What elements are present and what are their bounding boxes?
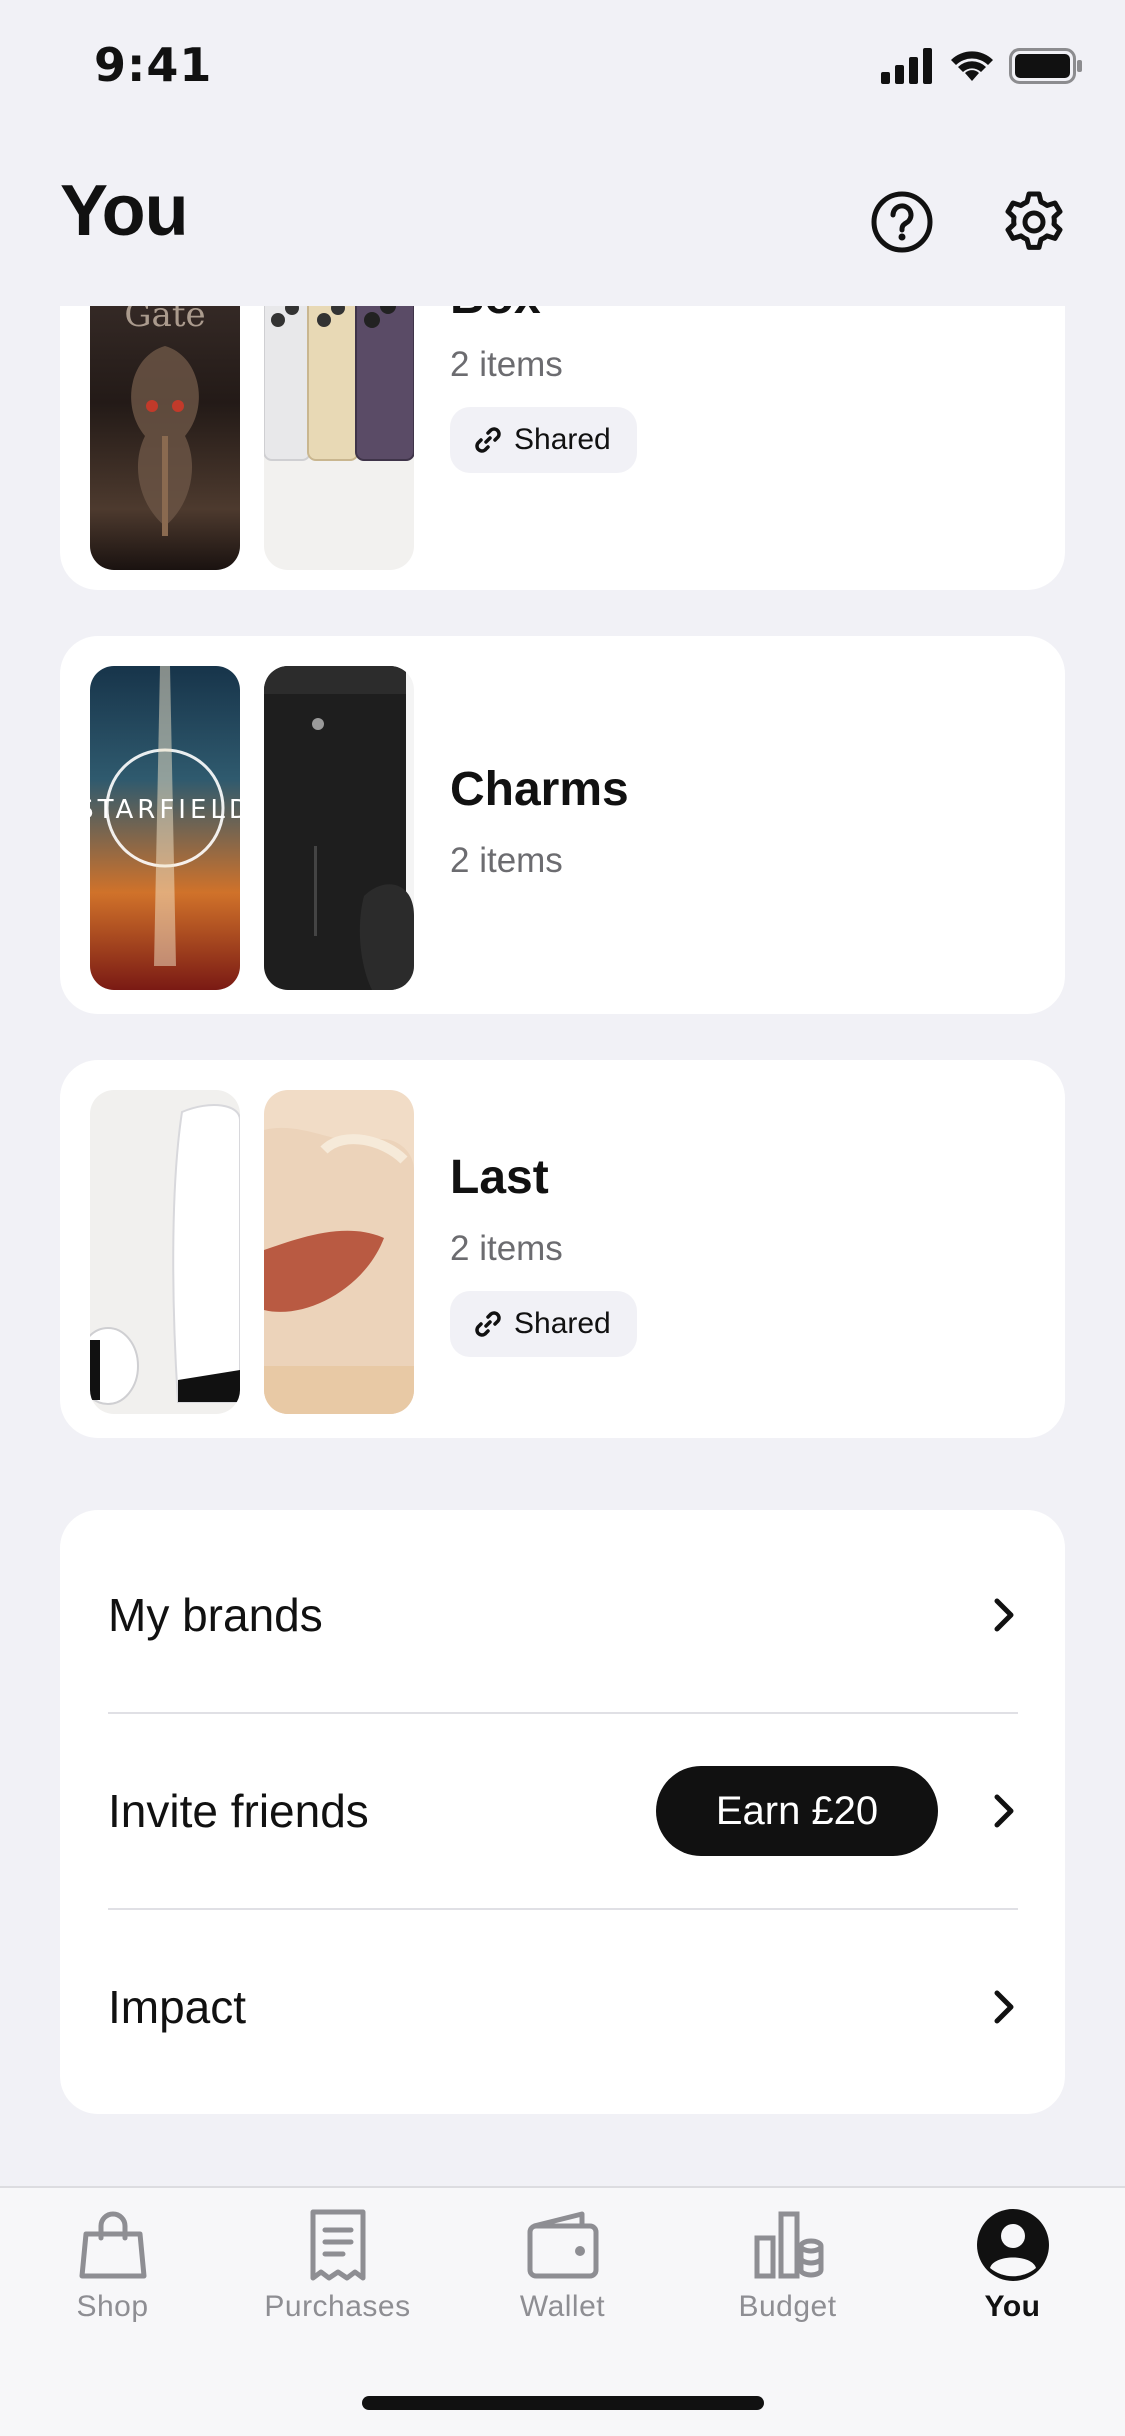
- phones-art: [264, 306, 414, 461]
- help-button[interactable]: [866, 186, 938, 258]
- collection-item-count: 2 items: [450, 345, 563, 384]
- tab-label: Purchases: [264, 2290, 411, 2323]
- link-icon: [475, 427, 501, 453]
- tab-shop[interactable]: Shop: [0, 2208, 225, 2324]
- game-cover-thumbnail: STARFIELD: [90, 666, 240, 990]
- console-thumbnail: [264, 666, 414, 990]
- page-title: You: [60, 171, 189, 251]
- menu-item-invite-friends[interactable]: Invite friends Earn £20: [108, 1714, 1018, 1908]
- settings-button[interactable]: [998, 186, 1070, 258]
- budget-icon: [754, 2211, 823, 2279]
- game-cover-art: STARFIELD: [90, 666, 240, 966]
- tab-label: Budget: [738, 2290, 837, 2323]
- header: You: [0, 150, 1125, 290]
- game-cover-art: Gate Baldur's: [124, 306, 206, 536]
- status-bar: 9:41: [0, 0, 1125, 140]
- tab-wallet[interactable]: Wallet: [450, 2208, 675, 2324]
- shared-badge: Shared: [450, 1291, 637, 1357]
- menu-item-impact[interactable]: Impact: [108, 1910, 1018, 2104]
- chevron-right-icon: [990, 1595, 1018, 1635]
- collection-card-box[interactable]: Gate Baldur's Box 2 items: [60, 306, 1065, 590]
- chevron-right-icon: [990, 1791, 1018, 1831]
- collection-title: Charms: [450, 763, 629, 816]
- sneaker-art: [264, 1127, 414, 1414]
- help-icon: [871, 191, 933, 253]
- menu-item-label: My brands: [108, 1589, 323, 1641]
- collection-title: Box: [450, 306, 637, 325]
- collection-card-charms[interactable]: STARFIELD Charms 2 items: [60, 636, 1065, 1014]
- tab-label: Shop: [76, 2290, 149, 2323]
- gear-icon: [1005, 191, 1063, 250]
- tab-budget[interactable]: Budget: [675, 2208, 900, 2324]
- menu-item-my-brands[interactable]: My brands: [108, 1518, 1018, 1712]
- shared-label: Shared: [514, 1307, 611, 1340]
- tab-label: Wallet: [519, 2290, 606, 2323]
- earn-reward-badge[interactable]: Earn £20: [656, 1766, 938, 1856]
- tab-purchases[interactable]: Purchases: [225, 2208, 450, 2324]
- iphone-thumbnail: [264, 306, 414, 570]
- bag-icon: [79, 2211, 146, 2279]
- shared-badge: Shared: [450, 407, 637, 473]
- menu-item-label: Invite friends: [108, 1785, 369, 1837]
- chevron-right-icon: [990, 1987, 1018, 2027]
- ps5-thumbnail: [90, 1090, 240, 1414]
- shared-label: Shared: [514, 423, 611, 456]
- settings-menu: My brands Invite friends Earn £20 Impact: [60, 1510, 1065, 2114]
- home-indicator: [362, 2396, 764, 2410]
- wifi-icon: [951, 51, 993, 81]
- wallet-icon: [527, 2211, 598, 2279]
- ps5-art: [90, 1104, 240, 1405]
- tab-you[interactable]: You: [900, 2208, 1125, 2324]
- menu-item-label: Impact: [108, 1981, 247, 2033]
- cellular-signal-icon: [881, 48, 932, 84]
- svg-text:Gate: Gate: [124, 306, 205, 335]
- battery-icon: [1009, 48, 1082, 84]
- svg-text:STARFIELD: STARFIELD: [90, 795, 240, 825]
- collection-title: Last: [450, 1151, 549, 1204]
- collections-list[interactable]: Gate Baldur's Box 2 items: [0, 306, 1125, 2186]
- collection-item-count: 2 items: [450, 1229, 563, 1268]
- tab-bar: Shop Purchases Wallet Budget You: [0, 2186, 1125, 2436]
- status-time: 9:41: [94, 38, 213, 92]
- sneaker-thumbnail: [264, 1090, 414, 1414]
- status-icons: [881, 48, 1083, 84]
- collection-item-count: 2 items: [450, 841, 563, 880]
- console-art: [264, 666, 414, 990]
- collection-card-last[interactable]: Last 2 items Shared: [60, 1060, 1065, 1438]
- game-cover-thumbnail: Gate Baldur's: [90, 306, 240, 570]
- link-icon: [475, 1311, 501, 1337]
- person-icon: [976, 2209, 1049, 2281]
- tab-label: You: [984, 2290, 1041, 2323]
- receipt-icon: [310, 2209, 365, 2281]
